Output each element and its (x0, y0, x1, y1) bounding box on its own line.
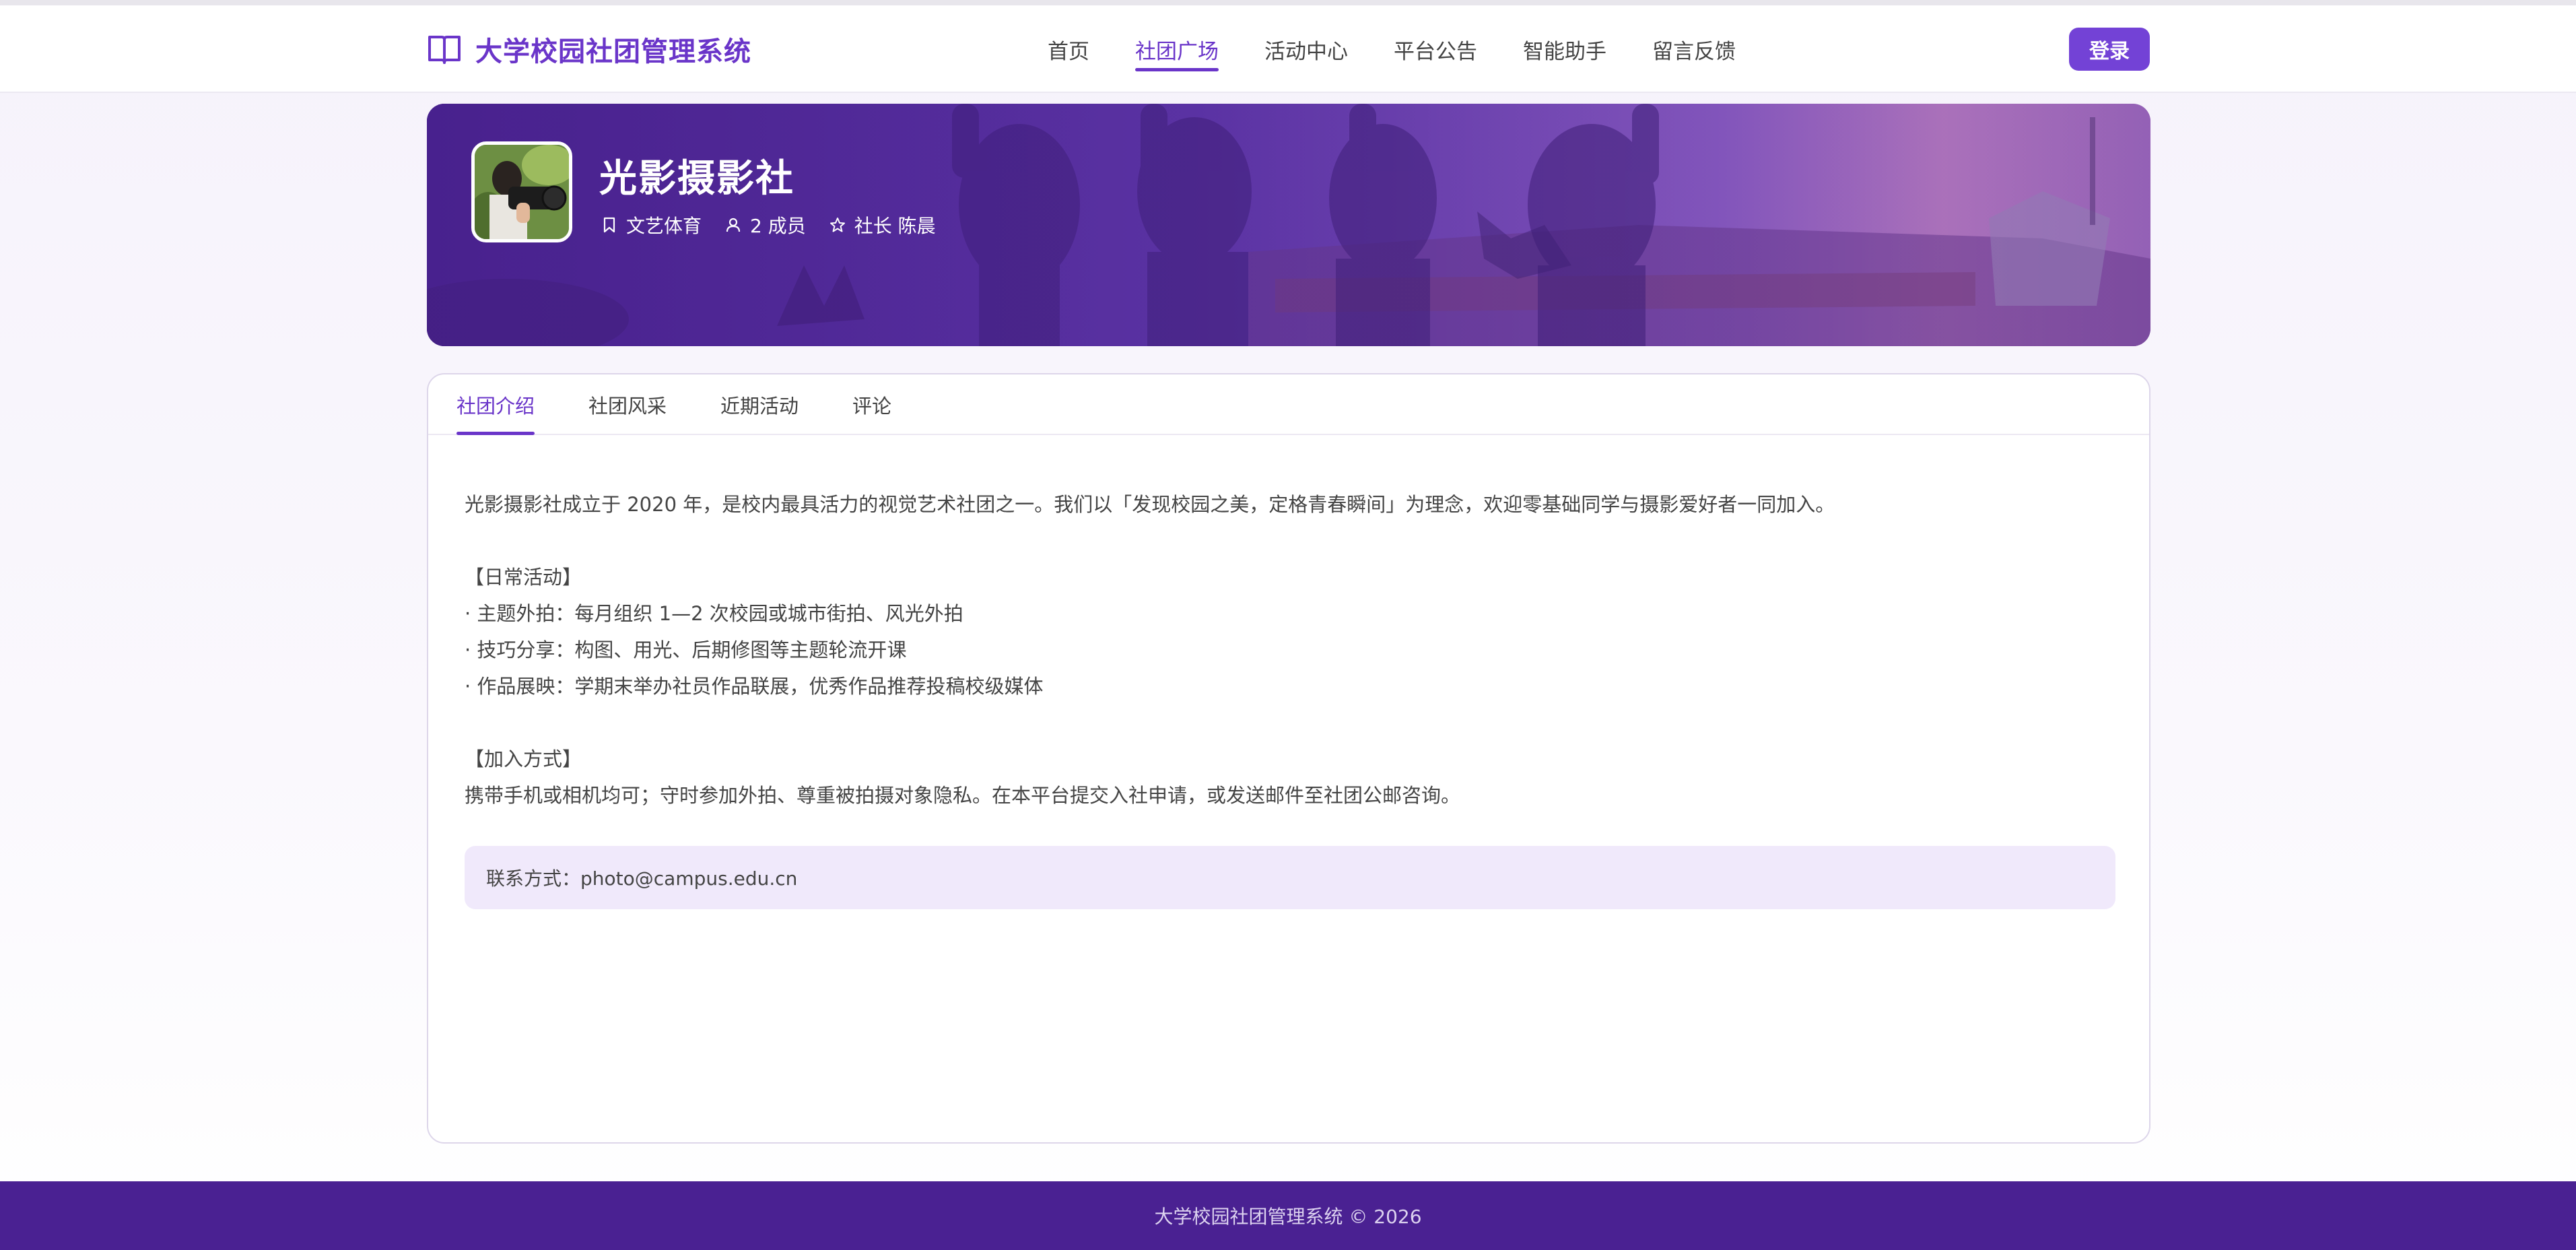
club-members-text: 2 成员 (750, 215, 806, 237)
daily-activities-heading: 【日常活动】 (465, 566, 582, 589)
daily-activity-item: · 主题外拍：每月组织 1—2 次校园或城市街拍、风光外拍 (465, 602, 963, 625)
page-footer: 大学校园社团管理系统 © 2026 (0, 1181, 2576, 1250)
nav-activity-center[interactable]: 活动中心 (1264, 5, 1348, 93)
daily-activity-item: · 作品展映：学期末举办社员作品联展，优秀作品推荐投稿校级媒体 (465, 675, 1044, 698)
join-method-heading: 【加入方式】 (465, 748, 582, 770)
club-detail-card: 社团介绍 社团风采 近期活动 评论 光影摄影社成立于 2020 年，是校内最具活… (427, 373, 2150, 1144)
nav-ai-assistant[interactable]: 智能助手 (1523, 5, 1606, 93)
nav-club-square[interactable]: 社团广场 (1135, 5, 1219, 93)
brand-title: 大学校园社团管理系统 (475, 36, 751, 67)
club-members: 2 成员 (724, 211, 806, 238)
tab-club-intro[interactable]: 社团介绍 (456, 374, 535, 435)
club-leader-text: 社长 陈晨 (854, 215, 936, 237)
club-leader: 社长 陈晨 (829, 211, 936, 238)
bookmark-icon (603, 217, 615, 233)
club-banner: 光影摄影社 文艺体育 2 成员 社长 陈晨 (427, 104, 2150, 346)
nav-home[interactable]: 首页 (1048, 5, 1089, 93)
club-category: 文艺体育 (601, 211, 702, 238)
club-intro-content: 光影摄影社成立于 2020 年，是校内最具活力的视觉艺术社团之一。我们以「发现校… (465, 486, 2121, 814)
tab-club-gallery[interactable]: 社团风采 (588, 374, 667, 435)
footer-copyright: 大学校园社团管理系统 © 2026 (1154, 1206, 1422, 1228)
nav-feedback[interactable]: 留言反馈 (1652, 5, 1736, 93)
contact-info: 联系方式：photo@campus.edu.cn (465, 846, 2115, 909)
club-category-text: 文艺体育 (626, 215, 702, 237)
detail-tabs: 社团介绍 社团风采 近期活动 评论 (428, 374, 2149, 435)
user-icon (726, 218, 741, 232)
main-nav: 首页 社团广场 活动中心 平台公告 智能助手 留言反馈 (1048, 5, 1782, 93)
club-name: 光影摄影社 (599, 157, 794, 201)
top-border (0, 0, 2576, 5)
brand[interactable]: 大学校园社团管理系统 (427, 5, 751, 93)
login-button[interactable]: 登录 (2069, 28, 2150, 71)
daily-activity-item: · 技巧分享：构图、用光、后期修图等主题轮流开课 (465, 638, 907, 661)
club-avatar (471, 141, 572, 242)
tab-comments[interactable]: 评论 (852, 374, 891, 435)
top-header: 大学校园社团管理系统 首页 社团广场 活动中心 平台公告 智能助手 留言反馈 登… (0, 5, 2576, 93)
intro-paragraph: 光影摄影社成立于 2020 年，是校内最具活力的视觉艺术社团之一。我们以「发现校… (465, 493, 1835, 516)
star-icon (829, 218, 845, 232)
tab-recent-activities[interactable]: 近期活动 (720, 374, 799, 435)
nav-announcements[interactable]: 平台公告 (1394, 5, 1477, 93)
open-book-icon (428, 36, 461, 64)
club-meta: 文艺体育 2 成员 社长 陈晨 (601, 211, 936, 238)
join-method-text: 携带手机或相机均可；守时参加外拍、尊重被拍摄对象隐私。在本平台提交入社申请，或发… (465, 784, 1461, 807)
photographer-avatar-image (475, 145, 569, 239)
